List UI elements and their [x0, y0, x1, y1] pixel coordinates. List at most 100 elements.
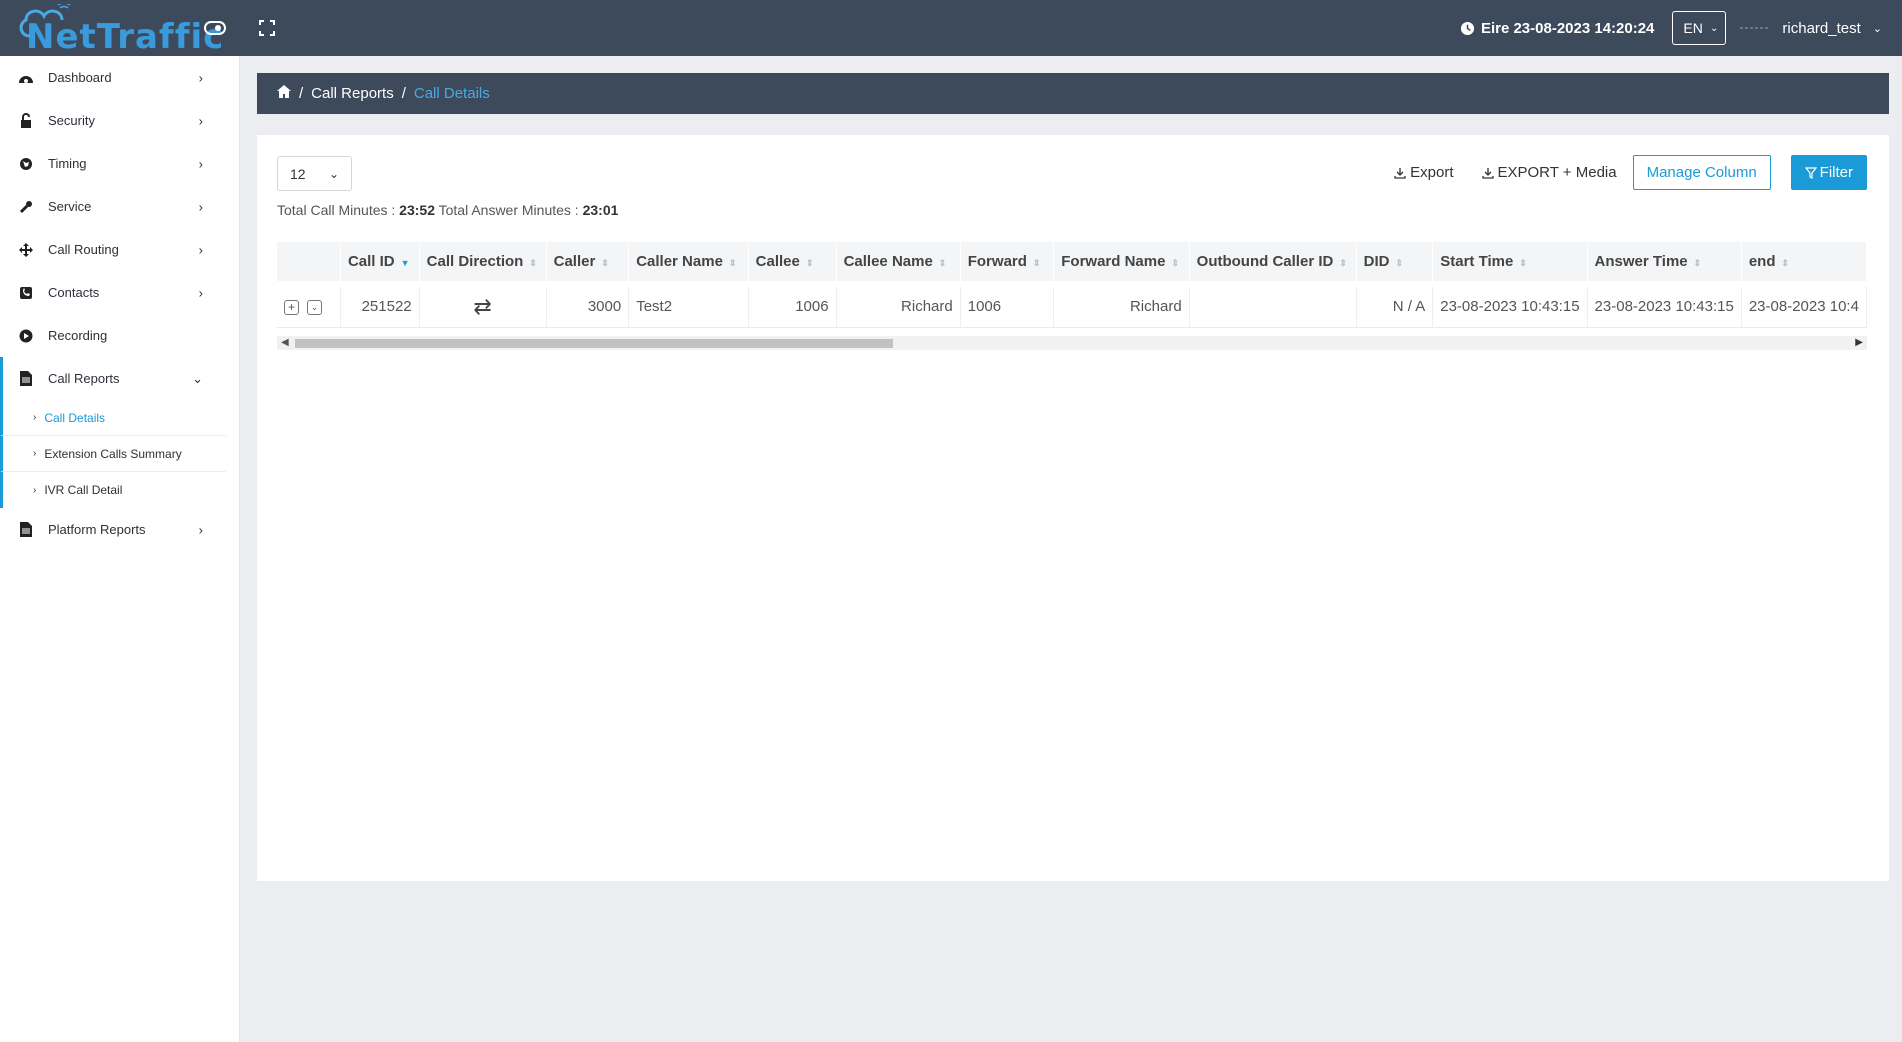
- cell-forward: 1006: [960, 287, 1055, 327]
- chevron-right-icon: ›: [198, 242, 203, 257]
- column-header-callee[interactable]: Callee ⇕: [748, 242, 837, 281]
- download-icon: [1394, 167, 1406, 179]
- column-header-forward[interactable]: Forward ⇕: [960, 242, 1055, 281]
- sidebar-subitem-label: IVR Call Detail: [44, 483, 123, 497]
- breadcrumb-separator: /: [299, 85, 304, 102]
- column-header-outbound-caller-id[interactable]: Outbound Caller ID ⇕: [1189, 242, 1357, 281]
- export-media-button[interactable]: EXPORT + Media: [1481, 164, 1617, 181]
- totals-summary: Total Call Minutes : 23:52 Total Answer …: [277, 202, 618, 218]
- main-panel: 12 ⌄ Export EXPORT + Media Manage Column…: [257, 135, 1889, 881]
- table-row: + ⌄ 251522 ⇄ 3000 Test2 1006 Richard 100…: [277, 287, 1867, 327]
- sort-icon: ⇕: [938, 258, 947, 268]
- total-answer-minutes-label: Total Answer Minutes :: [438, 202, 579, 218]
- column-header-caller[interactable]: Caller ⇕: [546, 242, 630, 281]
- chevron-right-icon: ›: [198, 522, 203, 537]
- column-header-did[interactable]: DID ⇕: [1356, 242, 1434, 281]
- sort-icon: ⇕: [728, 258, 737, 268]
- sidebar-item-recording[interactable]: Recording: [0, 314, 239, 357]
- sort-icon: ⇕: [529, 258, 537, 268]
- document-icon: [18, 371, 34, 387]
- sidebar-item-label: Security: [48, 113, 95, 128]
- sidebar-subitem-ivr-call-detail[interactable]: › IVR Call Detail: [0, 472, 226, 508]
- column-header-callee-name[interactable]: Callee Name ⇕: [836, 242, 961, 281]
- chevron-down-icon[interactable]: ⌄: [307, 299, 322, 315]
- chevron-right-icon: ›: [198, 113, 203, 128]
- sidebar-subitem-call-details[interactable]: › Call Details: [0, 400, 226, 436]
- filter-label: Filter: [1819, 164, 1853, 181]
- sort-icon: ⇕: [1693, 258, 1702, 268]
- language-select[interactable]: EN ⌄: [1672, 11, 1727, 45]
- arrows-icon: [18, 242, 34, 258]
- sidebar-item-dashboard[interactable]: Dashboard ›: [0, 56, 239, 99]
- top-bar: NetTraffic Eire 23-08-2023 14:20:24 EN ⌄…: [0, 0, 1902, 56]
- sidebar-item-timing[interactable]: Timing ›: [0, 142, 239, 185]
- cell-callee: 1006: [748, 287, 837, 327]
- sidebar-item-call-routing[interactable]: Call Routing ›: [0, 228, 239, 271]
- chevron-down-icon: ⌄: [1872, 22, 1882, 35]
- filter-button[interactable]: Filter: [1790, 155, 1867, 190]
- page-size-select[interactable]: 12 ⌄: [277, 156, 352, 191]
- chevron-down-icon: ⌄: [1710, 22, 1719, 34]
- sidebar-item-label: Service: [48, 199, 92, 214]
- export-label: Export: [1410, 164, 1454, 181]
- sidebar-item-security[interactable]: Security ›: [0, 99, 239, 142]
- sidebar-item-label: Timing: [48, 156, 87, 171]
- dashboard-icon: [18, 70, 34, 86]
- manage-column-button[interactable]: Manage Column: [1632, 155, 1771, 190]
- column-header-call-id[interactable]: Call ID ▼: [340, 242, 420, 281]
- scroll-right-icon[interactable]: ▶: [1855, 337, 1863, 348]
- cell-call-id: 251522: [340, 287, 420, 327]
- total-answer-minutes-value: 23:01: [582, 202, 619, 218]
- eye-icon[interactable]: [203, 16, 227, 40]
- sidebar-item-label: Dashboard: [48, 70, 112, 85]
- column-header-start-time[interactable]: Start Time ⇕: [1432, 242, 1588, 281]
- sidebar-item-label: Platform Reports: [48, 522, 146, 537]
- sidebar-subitem-extension-calls-summary[interactable]: › Extension Calls Summary: [0, 436, 226, 472]
- toolbar: Export EXPORT + Media Manage Column Filt…: [1366, 155, 1867, 190]
- scrollbar-thumb[interactable]: [295, 339, 893, 348]
- filter-icon: [1804, 166, 1817, 179]
- server-clock: Eire 23-08-2023 14:20:24: [1460, 20, 1654, 37]
- breadcrumb-separator: /: [401, 85, 406, 102]
- horizontal-scrollbar[interactable]: ◀ ▶: [277, 336, 1867, 350]
- cell-outbound-caller-id: [1189, 287, 1357, 327]
- column-header-call-direction[interactable]: Call Direction ⇕: [419, 242, 547, 281]
- sort-icon: ⇕: [1395, 258, 1403, 268]
- globe-icon: [18, 156, 34, 172]
- column-header-end[interactable]: end ⇕: [1741, 242, 1867, 281]
- sidebar-item-call-reports[interactable]: Call Reports ⌄: [0, 357, 239, 400]
- logo[interactable]: NetTraffic: [16, 4, 223, 54]
- document-icon: [18, 522, 34, 538]
- phone-book-icon: [18, 285, 34, 301]
- username: richard_test: [1782, 19, 1861, 37]
- export-button[interactable]: Export: [1394, 164, 1454, 181]
- sort-icon: ⇕: [1519, 258, 1527, 268]
- sidebar-item-label: Call Routing: [48, 242, 119, 257]
- sort-icon: ⇕: [1171, 258, 1179, 268]
- sort-icon: ⇕: [805, 258, 814, 268]
- column-header-caller-name[interactable]: Caller Name ⇕: [628, 242, 749, 281]
- avatar: [1740, 21, 1769, 35]
- sidebar-item-contacts[interactable]: Contacts ›: [0, 271, 239, 314]
- chevron-right-icon: ›: [33, 448, 37, 459]
- cell-start-time: 23-08-2023 10:43:15: [1432, 287, 1588, 327]
- fullscreen-icon[interactable]: [255, 16, 279, 40]
- column-header-answer-time[interactable]: Answer Time ⇕: [1587, 242, 1742, 281]
- user-menu[interactable]: richard_test ⌄: [1782, 20, 1882, 37]
- scroll-left-icon[interactable]: ◀: [281, 337, 289, 348]
- sidebar-item-service[interactable]: Service ›: [0, 185, 239, 228]
- total-call-minutes-value: 23:52: [399, 202, 435, 218]
- cell-end: 23-08-2023 10:4: [1741, 287, 1867, 327]
- chevron-down-icon: ⌄: [192, 370, 203, 386]
- expand-row-icon[interactable]: +: [284, 299, 299, 315]
- column-header-forward-name[interactable]: Forward Name ⇕: [1053, 242, 1190, 281]
- sort-icon: ⇕: [1339, 258, 1347, 268]
- breadcrumb-call-reports[interactable]: Call Reports: [311, 85, 394, 102]
- cloud-logo-icon: [19, 4, 71, 38]
- chevron-right-icon: ›: [198, 199, 203, 214]
- table-header-row: Call ID ▼ Call Direction ⇕ Caller ⇕ Caller …: [277, 242, 1867, 281]
- home-icon[interactable]: [277, 85, 291, 102]
- sidebar: Dashboard › Security › Timing › Service …: [0, 56, 240, 1042]
- export-media-label: EXPORT + Media: [1497, 164, 1617, 181]
- sidebar-item-platform-reports[interactable]: Platform Reports ›: [0, 508, 239, 551]
